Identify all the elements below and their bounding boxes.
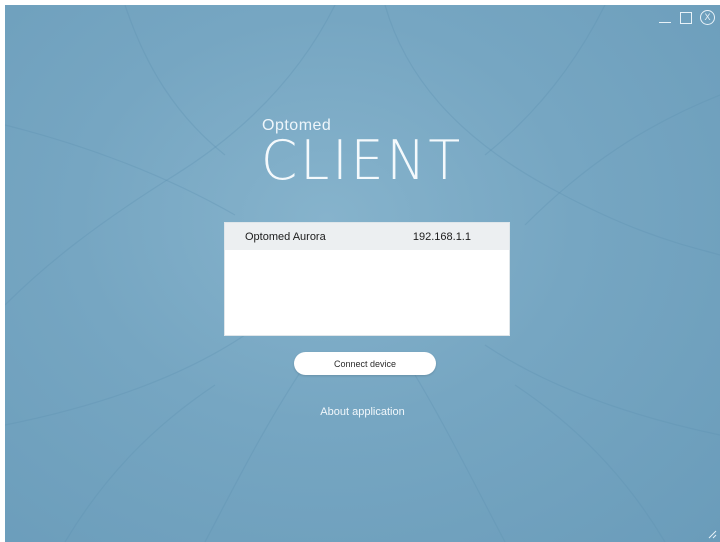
about-application-row: About application — [5, 406, 720, 418]
connect-device-button[interactable]: Connect device — [294, 352, 436, 375]
brand-product: CLIENT — [261, 129, 464, 193]
maximize-icon[interactable] — [680, 11, 692, 24]
about-application-link[interactable]: About application — [320, 406, 404, 418]
device-row[interactable]: Optomed Aurora 192.168.1.1 — [225, 223, 509, 250]
device-ip: 192.168.1.1 — [412, 230, 471, 243]
device-list[interactable]: Optomed Aurora 192.168.1.1 — [224, 222, 510, 336]
app-window: X Optomed CLIENT Optomed Aurora 192.168.… — [5, 5, 720, 542]
device-name: Optomed Aurora — [245, 230, 326, 243]
window-controls: X — [658, 10, 715, 25]
minimize-icon[interactable] — [658, 11, 672, 25]
resize-grip-icon[interactable] — [708, 530, 717, 539]
close-icon[interactable]: X — [700, 10, 715, 25]
